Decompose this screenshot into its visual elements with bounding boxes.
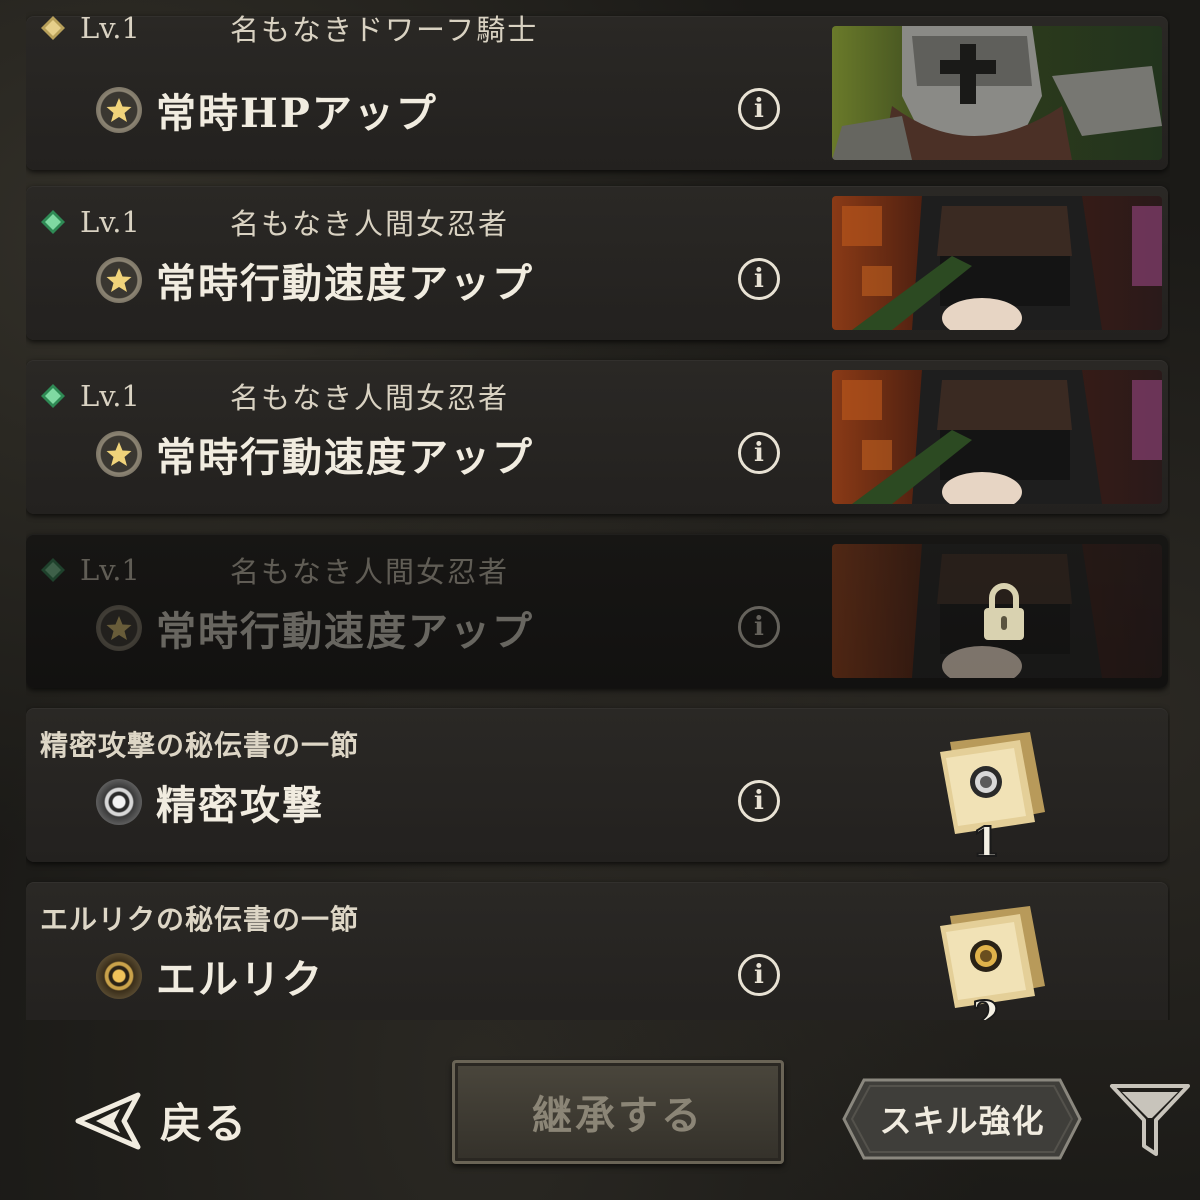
gem-icon [41, 210, 65, 234]
skill-name: 常時行動速度アップ [156, 434, 534, 481]
erlik-icon [96, 953, 142, 999]
character-name: 名もなき人間女忍者 [230, 207, 510, 241]
precision-icon [96, 779, 142, 825]
gem-icon [41, 384, 65, 408]
book-section-title: エルリクの秘伝書の一節 [40, 903, 360, 936]
character-name: 名もなき人間女忍者 [230, 381, 510, 415]
book-card[interactable]: 精密攻撃の秘伝書の一節 精密攻撃 i 1 [26, 708, 1168, 862]
star-icon [96, 605, 142, 651]
gem-icon [41, 16, 65, 40]
star-icon [96, 257, 142, 303]
inherit-label: 継承する [532, 1092, 704, 1139]
lock-icon [984, 583, 1024, 640]
info-icon[interactable]: i [738, 432, 780, 474]
scroll-count: 2 [972, 993, 1000, 1020]
level-label: Lv.1 [80, 205, 140, 239]
info-icon[interactable]: i [738, 258, 780, 300]
star-icon [96, 87, 142, 133]
scroll-count: 1 [972, 819, 1000, 862]
character-portrait-knight [832, 26, 1162, 160]
character-name: 名もなき人間女忍者 [230, 555, 510, 589]
skill-card-locked: Lv.1 名もなき人間女忍者 常時行動速度アップ i [26, 534, 1168, 688]
skill-name: 精密攻撃 [156, 782, 324, 829]
skill-name: 常時行動速度アップ [156, 260, 534, 307]
character-name: 名もなきドワーフ騎士 [230, 13, 539, 47]
skill-list[interactable]: Lv.1 名もなきドワーフ騎士 常時HPアップ i Lv.1 名もなき人間女忍者… [26, 0, 1170, 1020]
level-label: Lv.1 [80, 553, 140, 587]
skill-name: 常時HPアップ [156, 90, 438, 137]
skill-enhance-label: スキル強化 [879, 1102, 1045, 1140]
book-card[interactable]: エルリクの秘伝書の一節 エルリク i 2 [26, 882, 1168, 1020]
scroll-icon: 2 [940, 906, 1045, 1020]
character-portrait-ninja [832, 196, 1162, 330]
skill-card[interactable]: Lv.1 名もなきドワーフ騎士 常時HPアップ i [26, 11, 1168, 170]
back-label: 戻る [160, 1099, 249, 1148]
star-icon [96, 431, 142, 477]
gem-icon [41, 558, 65, 582]
skill-name: エルリク [156, 956, 324, 1003]
info-icon[interactable]: i [738, 88, 780, 130]
skill-card[interactable]: Lv.1 名もなき人間女忍者 常時行動速度アップ i [26, 360, 1168, 514]
level-label: Lv.1 [80, 379, 140, 413]
skill-name: 常時行動速度アップ [156, 608, 534, 655]
skill-card[interactable]: Lv.1 名もなき人間女忍者 常時行動速度アップ i [26, 186, 1168, 340]
character-portrait-ninja [832, 370, 1162, 504]
back-arrow-icon [75, 1092, 141, 1149]
book-section-title: 精密攻撃の秘伝書の一節 [40, 729, 360, 762]
info-icon[interactable]: i [738, 954, 780, 996]
level-label: Lv.1 [80, 11, 140, 45]
info-icon: i [738, 606, 780, 648]
scroll-icon: 1 [940, 732, 1045, 862]
inherit-button[interactable]: 継承する [452, 1060, 784, 1164]
back-button[interactable]: 戻る [74, 1090, 248, 1151]
info-icon[interactable]: i [738, 780, 780, 822]
filter-icon[interactable] [1108, 1080, 1192, 1160]
skill-enhance-button[interactable]: スキル強化 [840, 1076, 1084, 1162]
